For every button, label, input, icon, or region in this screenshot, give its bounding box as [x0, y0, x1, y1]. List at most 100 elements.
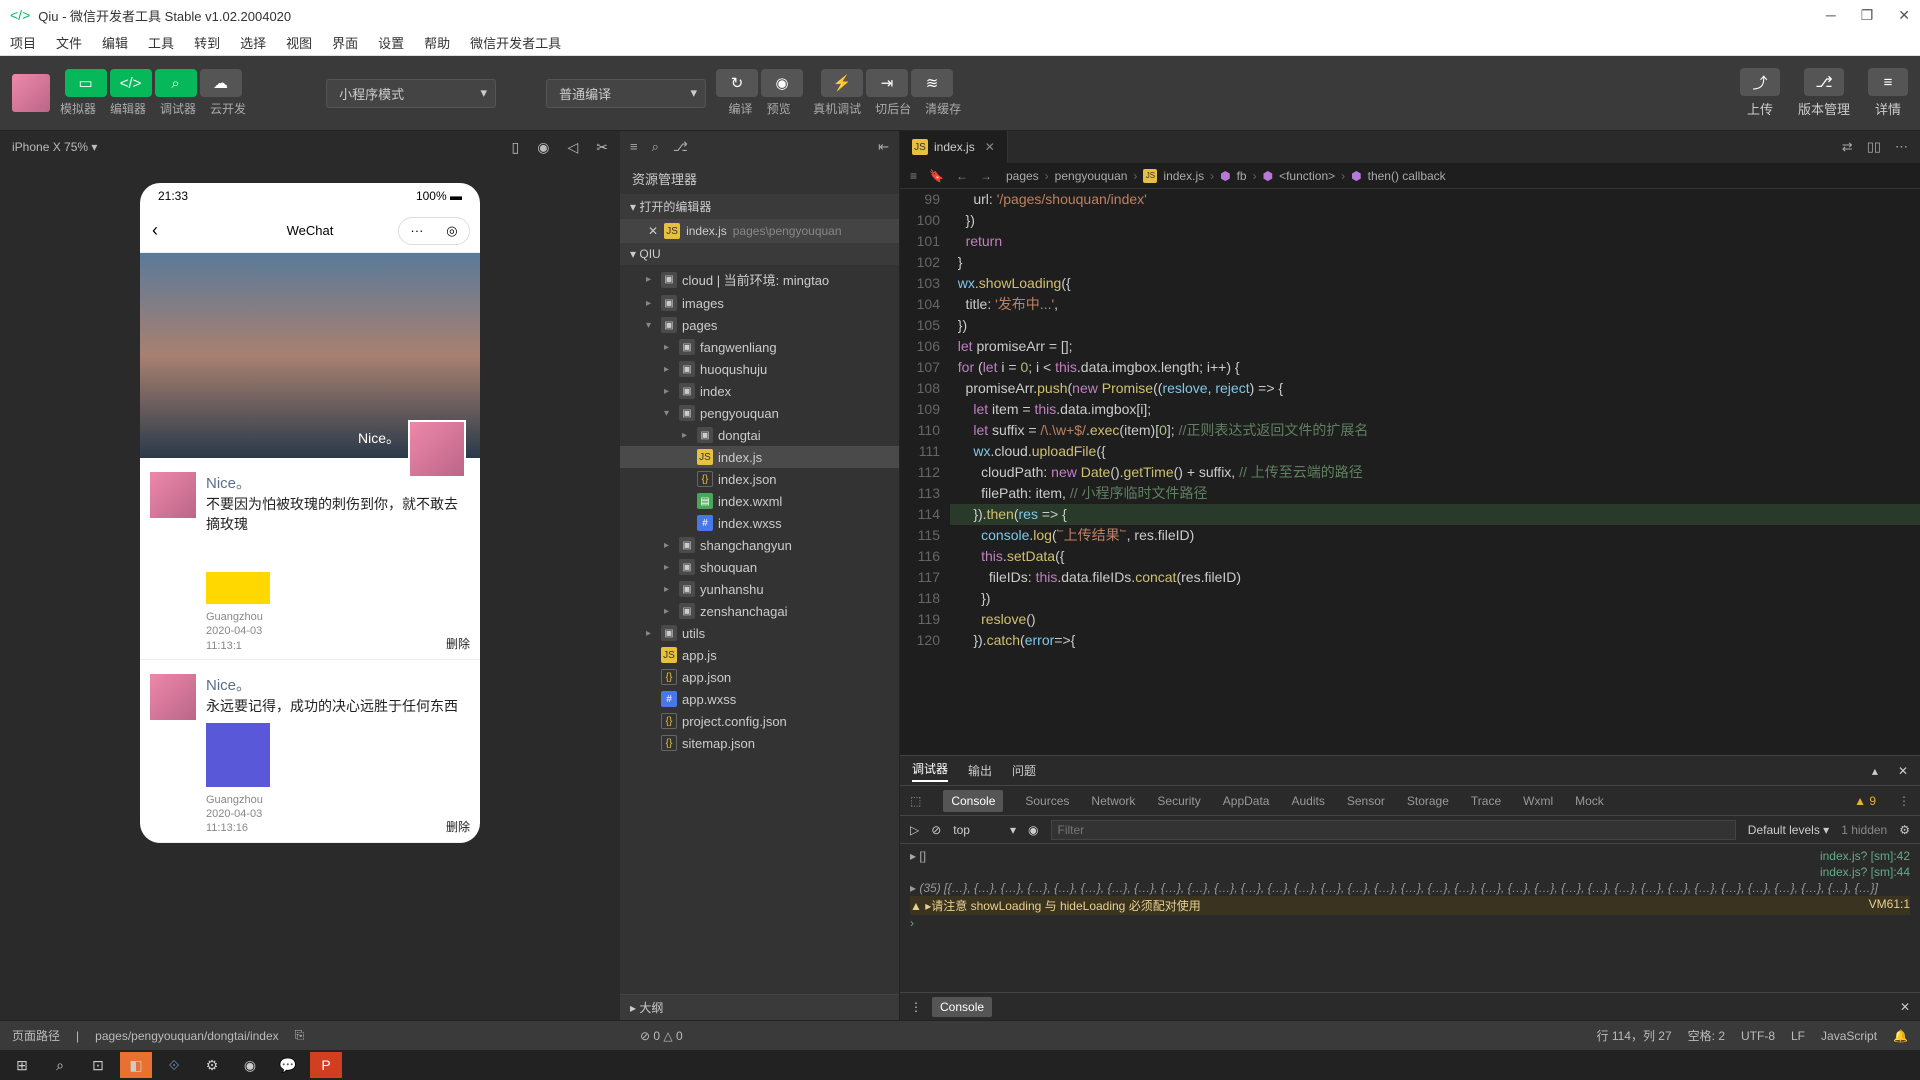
- background-button[interactable]: ⇥: [866, 69, 908, 97]
- outline-header[interactable]: ▸ 大纲: [620, 994, 899, 1020]
- sim-record-icon[interactable]: ◉: [537, 139, 549, 156]
- hero-image[interactable]: Nice。: [140, 253, 480, 458]
- inspect-icon[interactable]: ⬚: [910, 794, 921, 808]
- search-button[interactable]: ⌕: [44, 1052, 76, 1078]
- context-selector[interactable]: top ▾: [953, 823, 1016, 837]
- mode-dropdown[interactable]: 小程序模式: [326, 79, 496, 108]
- simulator-button[interactable]: ▭: [65, 69, 107, 97]
- console-filter-input[interactable]: [1051, 820, 1736, 840]
- settings-icon[interactable]: ⚙: [1899, 823, 1910, 837]
- menu-工具[interactable]: 工具: [148, 33, 174, 52]
- devtab-appdata[interactable]: AppData: [1223, 794, 1270, 808]
- menu-文件[interactable]: 文件: [56, 33, 82, 52]
- branch-icon[interactable]: ⎇: [673, 139, 688, 155]
- bell-icon[interactable]: 🔔: [1893, 1029, 1908, 1043]
- sim-rotate-icon[interactable]: ▯: [512, 139, 520, 156]
- tree-node-fangwenliang[interactable]: ▸▣fangwenliang: [620, 336, 899, 358]
- collapse-icon[interactable]: ⇤: [878, 139, 889, 155]
- compile-button[interactable]: ↻: [716, 69, 758, 97]
- menu-视图[interactable]: 视图: [286, 33, 312, 52]
- tree-node-yunhanshu[interactable]: ▸▣yunhanshu: [620, 578, 899, 600]
- tree-node-dongtai[interactable]: ▸▣dongtai: [620, 424, 899, 446]
- preview-button[interactable]: ◉: [761, 69, 803, 97]
- sim-mute-icon[interactable]: ◁: [567, 139, 578, 156]
- page-path[interactable]: pages/pengyouquan/dongtai/index: [95, 1029, 279, 1043]
- eol-info[interactable]: LF: [1791, 1029, 1805, 1043]
- post-avatar[interactable]: [150, 472, 196, 518]
- back-icon[interactable]: ‹: [152, 220, 158, 241]
- cloud-button[interactable]: ☁: [200, 69, 242, 97]
- devtools-close-icon[interactable]: ✕: [1898, 764, 1908, 778]
- upload-button[interactable]: ⤴: [1740, 68, 1780, 96]
- search-icon[interactable]: ⌕: [652, 139, 659, 155]
- chrome-button[interactable]: ◉: [234, 1052, 266, 1078]
- devtab-mock[interactable]: Mock: [1575, 794, 1604, 808]
- close-icon[interactable]: ✕: [648, 224, 658, 238]
- wechat-button[interactable]: 💬: [272, 1052, 304, 1078]
- tree-node-shangchangyun[interactable]: ▸▣shangchangyun: [620, 534, 899, 556]
- devtab-wxml[interactable]: Wxml: [1523, 794, 1553, 808]
- clear-console-icon[interactable]: ⊘: [931, 823, 941, 837]
- devtools-tab-debugger[interactable]: 调试器: [912, 760, 948, 782]
- tree-node-index.wxml[interactable]: ▤index.wxml: [620, 490, 899, 512]
- console-drawer-tab[interactable]: Console: [932, 997, 992, 1017]
- devtools-collapse-icon[interactable]: ▴: [1872, 764, 1878, 778]
- user-avatar[interactable]: [12, 74, 50, 112]
- editor-tab-index[interactable]: JSindex.js✕: [900, 131, 1008, 163]
- device-selector[interactable]: iPhone X 75% ▾: [12, 140, 97, 154]
- debugger-button[interactable]: ⌕: [155, 69, 197, 97]
- tree-node-huoqushuju[interactable]: ▸▣huoqushuju: [620, 358, 899, 380]
- vscode-button[interactable]: ⟐: [158, 1052, 190, 1078]
- opened-file[interactable]: ✕ JS index.js pages\pengyouquan: [620, 219, 899, 243]
- language-info[interactable]: JavaScript: [1821, 1029, 1877, 1043]
- clear-cache-button[interactable]: ≋: [911, 69, 953, 97]
- tree-node-utils[interactable]: ▸▣utils: [620, 622, 899, 644]
- devtab-storage[interactable]: Storage: [1407, 794, 1449, 808]
- sim-cut-icon[interactable]: ✂: [596, 139, 608, 156]
- tree-node-pages[interactable]: ▾▣pages: [620, 314, 899, 336]
- menu-界面[interactable]: 界面: [332, 33, 358, 52]
- run-icon[interactable]: ▷: [910, 823, 919, 837]
- menu-微信开发者工具[interactable]: 微信开发者工具: [470, 33, 561, 52]
- console-menu-icon[interactable]: ⋮: [910, 1000, 922, 1014]
- close-button[interactable]: ✕: [1898, 7, 1910, 24]
- post-author[interactable]: Nice。: [206, 674, 470, 695]
- devtools-tab-problems[interactable]: 问题: [1012, 762, 1036, 779]
- tree-node-index[interactable]: ▸▣index: [620, 380, 899, 402]
- delete-button[interactable]: 删除: [446, 820, 470, 836]
- devtab-security[interactable]: Security: [1157, 794, 1200, 808]
- devtab-trace[interactable]: Trace: [1471, 794, 1501, 808]
- split-icon[interactable]: ▯▯: [1867, 139, 1881, 155]
- minimize-button[interactable]: ─: [1826, 7, 1836, 24]
- app2-button[interactable]: ⚙: [196, 1052, 228, 1078]
- encoding-info[interactable]: UTF-8: [1741, 1029, 1775, 1043]
- menu-项目[interactable]: 项目: [10, 33, 36, 52]
- post-image[interactable]: [206, 540, 270, 604]
- phone-screen[interactable]: 21:33100% ▬ ‹ WeChat ···◎ Nice。 Nice。 不要…: [140, 183, 480, 843]
- close-tab-icon[interactable]: ✕: [985, 140, 995, 154]
- diff-icon[interactable]: ⇄: [1842, 139, 1853, 155]
- taskview-button[interactable]: ⊡: [82, 1052, 114, 1078]
- menu-帮助[interactable]: 帮助: [424, 33, 450, 52]
- remote-debug-button[interactable]: ⚡: [821, 69, 863, 97]
- devtab-console[interactable]: Console: [943, 790, 1003, 812]
- tree-node-shouquan[interactable]: ▸▣shouquan: [620, 556, 899, 578]
- more-icon[interactable]: ⋯: [1895, 139, 1908, 155]
- maximize-button[interactable]: ❐: [1861, 7, 1874, 24]
- explorer-menu-icon[interactable]: ≡: [630, 139, 638, 155]
- app1-button[interactable]: ◧: [120, 1052, 152, 1078]
- tree-node-images[interactable]: ▸▣images: [620, 292, 899, 314]
- tree-node-app.json[interactable]: {}app.json: [620, 666, 899, 688]
- eye-icon[interactable]: ◉: [1028, 823, 1038, 837]
- devtab-audits[interactable]: Audits: [1291, 794, 1324, 808]
- tree-node-index.js[interactable]: JSindex.js: [620, 446, 899, 468]
- cursor-position[interactable]: 行 114，列 27: [1597, 1027, 1672, 1044]
- devtab-sensor[interactable]: Sensor: [1347, 794, 1385, 808]
- devtab-sources[interactable]: Sources: [1025, 794, 1069, 808]
- indent-info[interactable]: 空格: 2: [1688, 1027, 1725, 1044]
- code-area[interactable]: 99 100 101 102 103 104 105 106 107 108 1…: [900, 189, 1920, 755]
- menu-选择[interactable]: 选择: [240, 33, 266, 52]
- menu-编辑[interactable]: 编辑: [102, 33, 128, 52]
- tree-node-index.json[interactable]: {}index.json: [620, 468, 899, 490]
- copy-path-icon[interactable]: ⎘: [295, 1028, 305, 1043]
